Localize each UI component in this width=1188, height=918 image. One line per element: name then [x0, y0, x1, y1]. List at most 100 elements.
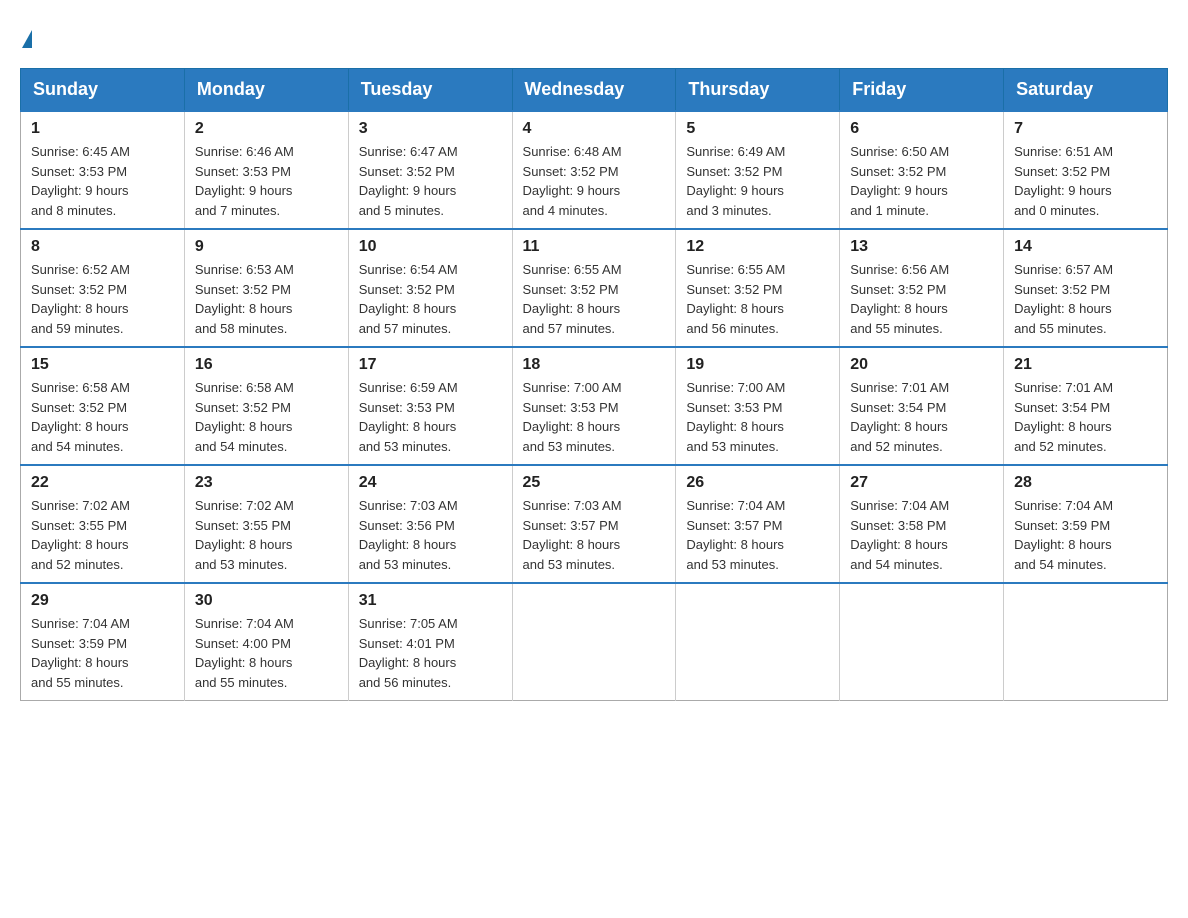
day-number: 20 — [850, 356, 993, 374]
day-of-week-monday: Monday — [184, 69, 348, 112]
day-number: 25 — [523, 474, 666, 492]
day-number: 13 — [850, 238, 993, 256]
day-number: 1 — [31, 120, 174, 138]
day-info: Sunrise: 7:01 AM Sunset: 3:54 PM Dayligh… — [850, 378, 993, 456]
calendar-header-row: SundayMondayTuesdayWednesdayThursdayFrid… — [21, 69, 1168, 112]
day-info: Sunrise: 6:49 AM Sunset: 3:52 PM Dayligh… — [686, 142, 829, 220]
day-of-week-wednesday: Wednesday — [512, 69, 676, 112]
calendar-cell — [840, 583, 1004, 701]
calendar-cell: 4 Sunrise: 6:48 AM Sunset: 3:52 PM Dayli… — [512, 111, 676, 229]
day-number: 11 — [523, 238, 666, 256]
day-of-week-tuesday: Tuesday — [348, 69, 512, 112]
day-number: 10 — [359, 238, 502, 256]
calendar-cell: 14 Sunrise: 6:57 AM Sunset: 3:52 PM Dayl… — [1004, 229, 1168, 347]
day-number: 30 — [195, 592, 338, 610]
day-number: 19 — [686, 356, 829, 374]
day-number: 22 — [31, 474, 174, 492]
day-info: Sunrise: 6:52 AM Sunset: 3:52 PM Dayligh… — [31, 260, 174, 338]
calendar-week-row: 29 Sunrise: 7:04 AM Sunset: 3:59 PM Dayl… — [21, 583, 1168, 701]
day-info: Sunrise: 6:48 AM Sunset: 3:52 PM Dayligh… — [523, 142, 666, 220]
day-number: 3 — [359, 120, 502, 138]
day-info: Sunrise: 7:00 AM Sunset: 3:53 PM Dayligh… — [686, 378, 829, 456]
calendar-cell: 21 Sunrise: 7:01 AM Sunset: 3:54 PM Dayl… — [1004, 347, 1168, 465]
day-number: 17 — [359, 356, 502, 374]
calendar-cell: 17 Sunrise: 6:59 AM Sunset: 3:53 PM Dayl… — [348, 347, 512, 465]
day-info: Sunrise: 6:51 AM Sunset: 3:52 PM Dayligh… — [1014, 142, 1157, 220]
day-number: 23 — [195, 474, 338, 492]
logo-triangle-icon — [22, 30, 32, 48]
calendar-cell: 13 Sunrise: 6:56 AM Sunset: 3:52 PM Dayl… — [840, 229, 1004, 347]
calendar-cell: 9 Sunrise: 6:53 AM Sunset: 3:52 PM Dayli… — [184, 229, 348, 347]
day-info: Sunrise: 6:56 AM Sunset: 3:52 PM Dayligh… — [850, 260, 993, 338]
calendar-cell: 7 Sunrise: 6:51 AM Sunset: 3:52 PM Dayli… — [1004, 111, 1168, 229]
day-number: 18 — [523, 356, 666, 374]
logo-general-line — [20, 20, 32, 48]
calendar-cell — [1004, 583, 1168, 701]
day-info: Sunrise: 6:58 AM Sunset: 3:52 PM Dayligh… — [31, 378, 174, 456]
day-number: 27 — [850, 474, 993, 492]
logo — [20, 20, 32, 48]
calendar-cell: 15 Sunrise: 6:58 AM Sunset: 3:52 PM Dayl… — [21, 347, 185, 465]
day-number: 9 — [195, 238, 338, 256]
day-info: Sunrise: 6:50 AM Sunset: 3:52 PM Dayligh… — [850, 142, 993, 220]
day-number: 26 — [686, 474, 829, 492]
calendar-cell: 26 Sunrise: 7:04 AM Sunset: 3:57 PM Dayl… — [676, 465, 840, 583]
day-info: Sunrise: 6:58 AM Sunset: 3:52 PM Dayligh… — [195, 378, 338, 456]
calendar-cell: 31 Sunrise: 7:05 AM Sunset: 4:01 PM Dayl… — [348, 583, 512, 701]
calendar-cell: 2 Sunrise: 6:46 AM Sunset: 3:53 PM Dayli… — [184, 111, 348, 229]
page-header — [20, 20, 1168, 48]
day-info: Sunrise: 6:55 AM Sunset: 3:52 PM Dayligh… — [523, 260, 666, 338]
calendar-cell: 12 Sunrise: 6:55 AM Sunset: 3:52 PM Dayl… — [676, 229, 840, 347]
day-info: Sunrise: 7:05 AM Sunset: 4:01 PM Dayligh… — [359, 614, 502, 692]
calendar-cell: 29 Sunrise: 7:04 AM Sunset: 3:59 PM Dayl… — [21, 583, 185, 701]
day-info: Sunrise: 7:04 AM Sunset: 3:59 PM Dayligh… — [31, 614, 174, 692]
calendar-table: SundayMondayTuesdayWednesdayThursdayFrid… — [20, 68, 1168, 701]
calendar-cell: 28 Sunrise: 7:04 AM Sunset: 3:59 PM Dayl… — [1004, 465, 1168, 583]
day-number: 24 — [359, 474, 502, 492]
day-info: Sunrise: 7:01 AM Sunset: 3:54 PM Dayligh… — [1014, 378, 1157, 456]
day-of-week-thursday: Thursday — [676, 69, 840, 112]
calendar-cell: 11 Sunrise: 6:55 AM Sunset: 3:52 PM Dayl… — [512, 229, 676, 347]
day-number: 2 — [195, 120, 338, 138]
day-number: 15 — [31, 356, 174, 374]
day-number: 4 — [523, 120, 666, 138]
calendar-cell: 20 Sunrise: 7:01 AM Sunset: 3:54 PM Dayl… — [840, 347, 1004, 465]
day-info: Sunrise: 7:04 AM Sunset: 4:00 PM Dayligh… — [195, 614, 338, 692]
day-info: Sunrise: 6:55 AM Sunset: 3:52 PM Dayligh… — [686, 260, 829, 338]
calendar-cell: 8 Sunrise: 6:52 AM Sunset: 3:52 PM Dayli… — [21, 229, 185, 347]
calendar-cell: 24 Sunrise: 7:03 AM Sunset: 3:56 PM Dayl… — [348, 465, 512, 583]
calendar-cell — [676, 583, 840, 701]
calendar-cell: 6 Sunrise: 6:50 AM Sunset: 3:52 PM Dayli… — [840, 111, 1004, 229]
day-number: 7 — [1014, 120, 1157, 138]
day-info: Sunrise: 7:00 AM Sunset: 3:53 PM Dayligh… — [523, 378, 666, 456]
day-info: Sunrise: 7:03 AM Sunset: 3:56 PM Dayligh… — [359, 496, 502, 574]
calendar-week-row: 8 Sunrise: 6:52 AM Sunset: 3:52 PM Dayli… — [21, 229, 1168, 347]
day-info: Sunrise: 6:47 AM Sunset: 3:52 PM Dayligh… — [359, 142, 502, 220]
day-number: 16 — [195, 356, 338, 374]
calendar-cell: 23 Sunrise: 7:02 AM Sunset: 3:55 PM Dayl… — [184, 465, 348, 583]
calendar-cell: 1 Sunrise: 6:45 AM Sunset: 3:53 PM Dayli… — [21, 111, 185, 229]
day-of-week-saturday: Saturday — [1004, 69, 1168, 112]
day-info: Sunrise: 7:04 AM Sunset: 3:58 PM Dayligh… — [850, 496, 993, 574]
calendar-cell: 22 Sunrise: 7:02 AM Sunset: 3:55 PM Dayl… — [21, 465, 185, 583]
calendar-cell: 25 Sunrise: 7:03 AM Sunset: 3:57 PM Dayl… — [512, 465, 676, 583]
day-number: 31 — [359, 592, 502, 610]
day-number: 6 — [850, 120, 993, 138]
day-info: Sunrise: 7:02 AM Sunset: 3:55 PM Dayligh… — [195, 496, 338, 574]
day-info: Sunrise: 6:54 AM Sunset: 3:52 PM Dayligh… — [359, 260, 502, 338]
calendar-cell: 30 Sunrise: 7:04 AM Sunset: 4:00 PM Dayl… — [184, 583, 348, 701]
day-number: 28 — [1014, 474, 1157, 492]
day-info: Sunrise: 6:46 AM Sunset: 3:53 PM Dayligh… — [195, 142, 338, 220]
day-info: Sunrise: 6:53 AM Sunset: 3:52 PM Dayligh… — [195, 260, 338, 338]
calendar-cell: 19 Sunrise: 7:00 AM Sunset: 3:53 PM Dayl… — [676, 347, 840, 465]
day-number: 8 — [31, 238, 174, 256]
day-info: Sunrise: 6:45 AM Sunset: 3:53 PM Dayligh… — [31, 142, 174, 220]
day-info: Sunrise: 7:04 AM Sunset: 3:57 PM Dayligh… — [686, 496, 829, 574]
calendar-week-row: 1 Sunrise: 6:45 AM Sunset: 3:53 PM Dayli… — [21, 111, 1168, 229]
day-number: 29 — [31, 592, 174, 610]
calendar-week-row: 15 Sunrise: 6:58 AM Sunset: 3:52 PM Dayl… — [21, 347, 1168, 465]
day-of-week-sunday: Sunday — [21, 69, 185, 112]
calendar-cell: 10 Sunrise: 6:54 AM Sunset: 3:52 PM Dayl… — [348, 229, 512, 347]
calendar-cell: 5 Sunrise: 6:49 AM Sunset: 3:52 PM Dayli… — [676, 111, 840, 229]
day-number: 12 — [686, 238, 829, 256]
